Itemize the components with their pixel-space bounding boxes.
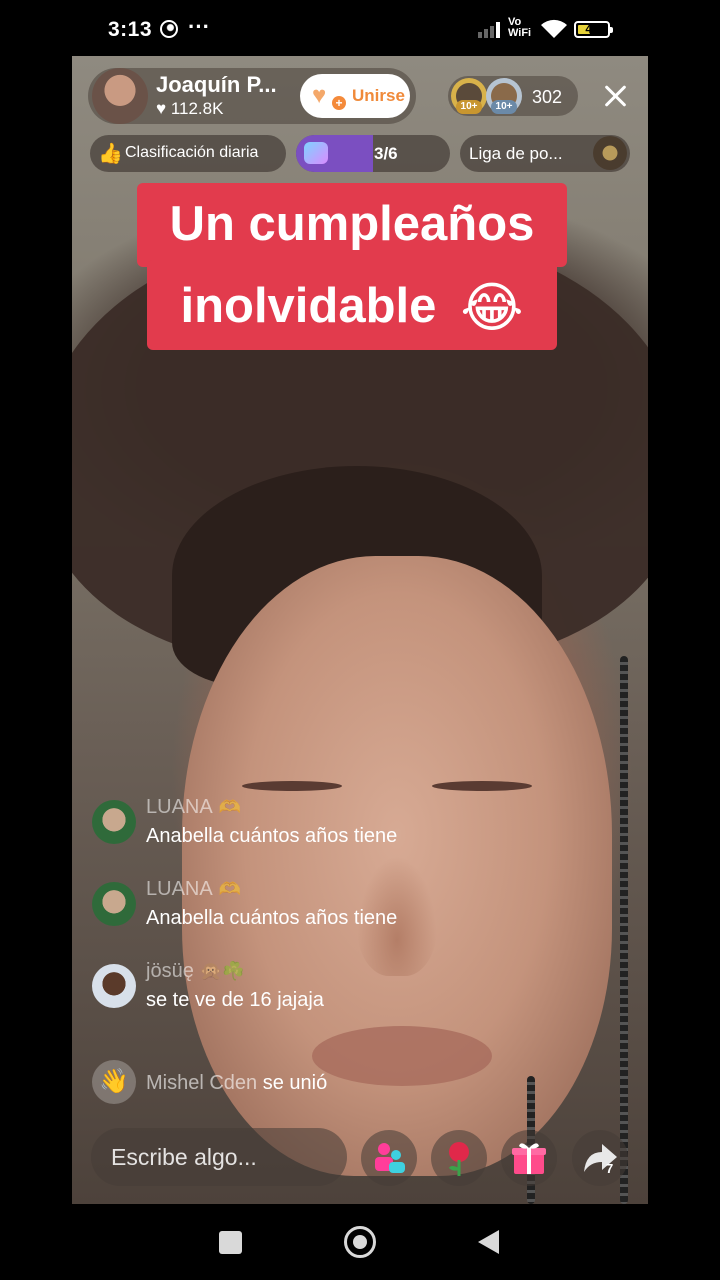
chat-message: Anabella cuántos años tiene <box>146 907 398 929</box>
chat-username[interactable]: jösüę 🙊☘️ <box>146 960 245 983</box>
caption-line-2: inolvidable 😂 <box>147 276 557 339</box>
lips <box>312 1026 492 1086</box>
status-bar: 3:13 ··· Vo WiFi 41 <box>0 0 720 56</box>
hat-cord <box>620 656 628 1204</box>
close-button[interactable] <box>596 76 636 116</box>
join-button[interactable]: ♥ + Unirse <box>300 74 410 118</box>
chat-message: se te ve de 16 jajaja <box>146 989 324 1011</box>
host-avatar[interactable] <box>92 68 148 124</box>
laughing-emoji: 😂 <box>460 278 524 338</box>
league-emblem-icon <box>593 136 627 170</box>
rose-icon <box>449 1142 469 1176</box>
join-notice: Mishel Cden se unió <box>146 1072 327 1095</box>
vowifi-icon: Vo WiFi <box>508 17 531 39</box>
caption-line-2-text: inolvidable <box>180 279 437 333</box>
chat-username[interactable]: LUANA 🫶 <box>146 796 241 819</box>
chat-emoji: 🫶 <box>218 797 242 817</box>
host-name[interactable]: Joaquín P... <box>156 72 277 98</box>
host-likes: ♥ 112.8K <box>156 99 224 118</box>
gift-icon <box>512 1143 546 1174</box>
battery-icon: 41 <box>574 21 613 38</box>
chat-username-text: jösüę <box>146 960 194 982</box>
share-button[interactable] <box>572 1130 628 1186</box>
chat-avatar[interactable] <box>92 882 136 926</box>
chat-avatar[interactable] <box>92 800 136 844</box>
daily-ranking-label: Clasificación diaria <box>125 144 259 161</box>
comment-input[interactable]: Escribe algo... <box>91 1128 347 1186</box>
goal-chip[interactable]: 3/6 <box>296 135 450 172</box>
more-notifications-icon: ··· <box>188 14 210 39</box>
people-icon <box>375 1143 405 1173</box>
share-count: 7 <box>606 1161 614 1176</box>
globe-icon <box>160 20 178 38</box>
wifi-icon <box>541 19 567 38</box>
chat-message: Anabella cuántos años tiene <box>146 825 398 847</box>
viewer-badge-2: 10+ <box>491 100 517 114</box>
league-label: Liga de po... <box>469 144 563 163</box>
right-eye <box>432 781 532 791</box>
chat-emoji: 🫶 <box>218 879 242 899</box>
viewer-badge-1: 10+ <box>456 100 482 114</box>
chat-avatar[interactable] <box>92 964 136 1008</box>
chat-username[interactable]: LUANA 🫶 <box>146 878 241 901</box>
recents-button[interactable] <box>219 1231 242 1254</box>
viewer-count[interactable]: 302 <box>532 87 562 108</box>
joined-text: se unió <box>257 1072 328 1094</box>
chat-emoji: 🙊☘️ <box>199 961 245 981</box>
league-chip[interactable]: Liga de po... <box>460 135 630 172</box>
daily-ranking-chip[interactable]: 👍 Clasificación diaria <box>90 135 286 172</box>
gift-button[interactable] <box>501 1130 557 1186</box>
plus-icon: + <box>332 96 346 110</box>
back-button[interactable] <box>478 1230 499 1254</box>
goal-progress-label: 3/6 <box>374 144 398 163</box>
joined-username[interactable]: Mishel Cden <box>146 1072 257 1094</box>
share-icon <box>584 1144 617 1172</box>
vowifi-bottom: WiFi <box>508 27 532 39</box>
join-label: Unirse <box>352 86 405 105</box>
home-button[interactable] <box>344 1226 376 1258</box>
left-eye <box>242 781 342 791</box>
heart-icon: ♥ <box>312 82 327 109</box>
chat-username-text: LUANA <box>146 796 213 818</box>
signal-icon <box>478 20 504 38</box>
people-button[interactable] <box>361 1130 417 1186</box>
wave-icon: 👋 <box>92 1060 136 1104</box>
caption-line-1: Un cumpleaños <box>169 197 535 251</box>
gem-icon <box>304 142 328 164</box>
status-time: 3:13 <box>108 18 153 41</box>
chat-username-text: LUANA <box>146 878 213 900</box>
thumb-icon: 👍 <box>98 143 123 165</box>
comment-placeholder: Escribe algo... <box>111 1144 257 1170</box>
rose-gift-button[interactable] <box>431 1130 487 1186</box>
battery-level: 41 <box>585 22 599 36</box>
